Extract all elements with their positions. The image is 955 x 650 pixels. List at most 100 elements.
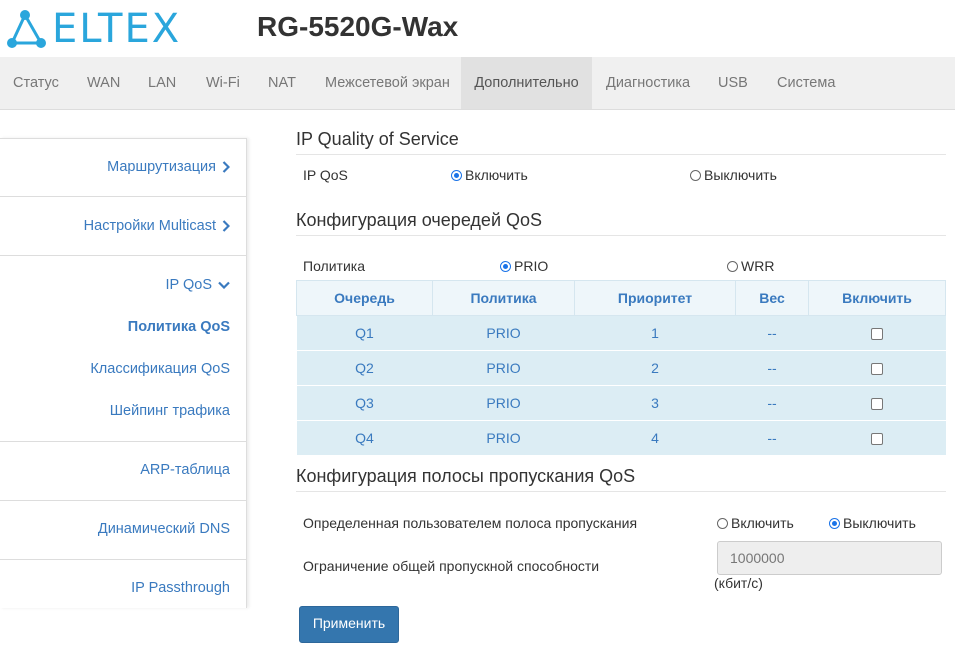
sidebar-item-routing[interactable]: Маршрутизация [107,159,230,175]
enable-checkbox[interactable] [871,398,883,411]
radio-label: PRIO [514,258,549,274]
radio-dot [500,260,511,272]
sidebar-item-label: Маршрутизация [107,159,216,175]
radio-dot [717,517,728,529]
column-header-queue: Очередь [296,280,433,316]
nav-firewall[interactable]: Межсетевой экран [310,57,465,109]
enable-cell [808,420,946,456]
bandwidth-limit-input[interactable]: 1000000 [717,541,942,575]
nav-nat[interactable]: NAT [253,57,311,109]
section-title-bandwidth: Конфигурация полосы пропускания QoS [296,466,946,492]
ip-qos-label: IP QoS [303,167,348,183]
column-header-weight: Вес [735,280,809,316]
policy-prio-radio[interactable]: PRIO [500,258,548,274]
user-bandwidth-disable-radio[interactable]: Выключить [829,515,916,531]
priority-cell: 2 [574,350,736,386]
chevron-right-icon [222,161,230,173]
enable-cell [808,385,946,421]
policy-cell: PRIO [432,420,575,456]
radio-dot [727,260,738,272]
nav-wifi[interactable]: Wi-Fi [191,57,255,109]
ip-qos-enable-radio[interactable]: Включить [451,167,528,183]
eltex-logo: ELTEX [5,5,205,52]
table-row: Q2 PRIO 2 -- [296,350,946,386]
divider [0,138,246,139]
policy-label: Политика [303,258,365,274]
queue-cell: Q3 [296,385,433,421]
sidebar-item-traffic-shaping[interactable]: Шейпинг трафика [110,403,230,419]
radio-label: Выключить [704,167,777,183]
nav-usb[interactable]: USB [703,57,763,109]
table-row: Q4 PRIO 4 -- [296,420,946,456]
weight-cell: -- [735,315,809,351]
sidebar-item-ip-passthrough[interactable]: IP Passthrough [131,580,230,596]
sidebar-item-multicast[interactable]: Настройки Multicast [84,218,230,234]
logo-text: ELTEX [52,6,182,52]
weight-cell: -- [735,420,809,456]
table-row: Q1 PRIO 1 -- [296,315,946,351]
chevron-down-icon [218,281,230,290]
divider [0,441,246,442]
divider [0,196,246,197]
queue-cell: Q4 [296,420,433,456]
enable-cell [808,315,946,351]
main-nav: Статус WAN LAN Wi-Fi NAT Межсетевой экра… [0,57,955,110]
sidebar-item-ip-qos[interactable]: IP QoS [166,277,230,293]
policy-cell: PRIO [432,385,575,421]
table-row: Q3 PRIO 3 -- [296,385,946,421]
radio-dot [451,169,462,181]
radio-label: Включить [465,167,528,183]
radio-label: Выключить [843,515,916,531]
header: ELTEX RG-5520G-Wax [0,0,955,57]
logo-mark-icon [7,10,46,48]
weight-cell: -- [735,385,809,421]
radio-dot [690,169,701,181]
radio-label: WRR [741,258,775,274]
sidebar-item-label: IP QoS [165,277,212,293]
priority-cell: 1 [574,315,736,351]
table-header-row: Очередь Политика Приоритет Вес Включить [296,280,946,316]
apply-button[interactable]: Применить [299,606,399,643]
section-title-queues: Конфигурация очередей QoS [296,210,946,236]
bandwidth-unit-label: (кбит/с) [714,575,763,591]
priority-cell: 4 [574,420,736,456]
sidebar: Маршрутизация Настройки Multicast IP QoS… [0,138,247,608]
nav-diagnostics[interactable]: Диагностика [592,57,704,109]
nav-status[interactable]: Статус [0,57,72,109]
enable-checkbox[interactable] [871,328,883,341]
policy-wrr-radio[interactable]: WRR [727,258,774,274]
divider [0,255,246,256]
radio-dot [829,517,840,529]
radio-label: Включить [731,515,794,531]
nav-system[interactable]: Система [762,57,850,109]
weight-cell: -- [735,350,809,386]
sidebar-item-qos-policy[interactable]: Политика QoS [128,319,230,335]
enable-checkbox[interactable] [871,433,883,446]
user-bandwidth-enable-radio[interactable]: Включить [717,515,794,531]
device-model: RG-5520G-Wax [257,11,459,42]
nav-lan[interactable]: LAN [133,57,191,109]
column-header-priority: Приоритет [574,280,736,316]
ip-qos-disable-radio[interactable]: Выключить [690,167,777,183]
queue-table: Очередь Политика Приоритет Вес Включить … [296,280,946,456]
divider [0,559,246,560]
enable-cell [808,350,946,386]
sidebar-item-arp-table[interactable]: ARP-таблица [140,462,230,478]
sidebar-item-qos-classification[interactable]: Классификация QoS [90,361,230,377]
section-title-ip-qos: IP Quality of Service [296,129,946,155]
enable-checkbox[interactable] [871,363,883,376]
nav-advanced[interactable]: Дополнительно [461,57,592,109]
column-header-enable: Включить [808,280,946,316]
sidebar-item-dynamic-dns[interactable]: Динамический DNS [98,521,230,537]
divider [0,500,246,501]
chevron-right-icon [222,220,230,232]
priority-cell: 3 [574,385,736,421]
policy-cell: PRIO [432,350,575,386]
queue-cell: Q2 [296,350,433,386]
nav-wan[interactable]: WAN [72,57,135,109]
bandwidth-limit-label: Ограничение общей пропускной способности [303,558,600,574]
sidebar-item-label: Настройки Multicast [83,218,216,234]
queue-cell: Q1 [296,315,433,351]
policy-cell: PRIO [432,315,575,351]
user-bandwidth-label: Определенная пользователем полоса пропус… [303,515,638,531]
